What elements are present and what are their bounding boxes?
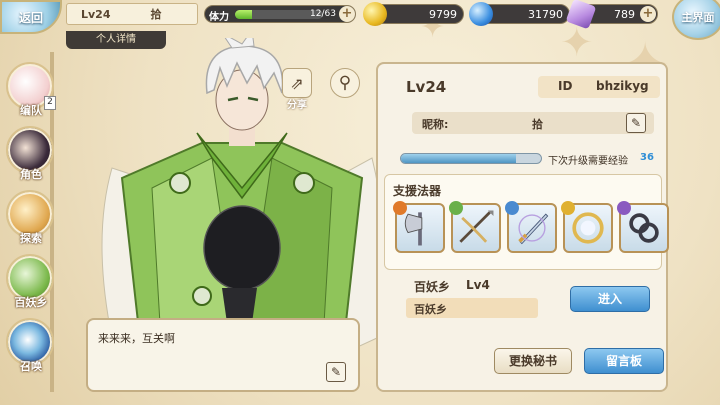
player-level-bar: Lv24 拾 (66, 3, 198, 25)
gem-value: 31790 (528, 8, 563, 21)
stamina-value: 12/63 (310, 9, 336, 19)
add-stamina-button[interactable]: + (339, 6, 355, 22)
crystal-bar: 789 + (565, 0, 658, 30)
main-menu-button[interactable]: 主界面 (672, 0, 720, 40)
blue-gem-icon (469, 2, 493, 26)
add-crystal-button[interactable]: + (640, 6, 656, 22)
share-label: 分享 (287, 100, 307, 111)
profile-level: Lv24 (406, 78, 447, 96)
gold-value: 9799 (429, 8, 457, 21)
secretary-dialog: 来来来，互关啊 ✎ (86, 318, 360, 392)
message-board-button[interactable]: 留言板 (584, 348, 664, 374)
sidebar-item-label: 探索 (20, 232, 42, 245)
sidebar-item-label: 召唤 (20, 360, 42, 373)
profile-panel: Lv24 ID bhzikyg 昵称: 拾 ✎ 下次升级需要经验 36 支援法器 (376, 62, 669, 392)
sidebar-item-summon[interactable]: 召唤 (4, 318, 58, 378)
artifact-element-tag (505, 201, 519, 215)
edit-nickname-button[interactable]: ✎ (626, 113, 646, 133)
edit-dialog-button[interactable]: ✎ (326, 362, 346, 382)
crystal-icon (565, 0, 597, 30)
pencil-icon: ✎ (330, 365, 342, 379)
support-artifacts-title: 支援法器 (393, 184, 442, 198)
exp-progress-bar (400, 153, 542, 164)
exp-label: 下次升级需要经验 (548, 156, 628, 167)
artifact-element-tag (449, 201, 463, 215)
enter-village-button[interactable]: 进入 (570, 286, 650, 312)
stamina-bar: 体力 12/63 (204, 5, 356, 23)
player-level: Lv24 (81, 7, 111, 21)
id-label: ID (558, 79, 573, 93)
profile-screen: ✦ ✦ ✦ 返回 Lv24 拾 体力 12/63 + 9799 31790 78… (0, 0, 720, 405)
village-field: 百妖乡 (406, 298, 538, 318)
sidebar-item-team[interactable]: 2 编队 (4, 62, 58, 122)
player-id-box: ID bhzikyg (538, 76, 660, 98)
search-button[interactable]: ⚲ (330, 68, 360, 98)
share-button[interactable]: ⇗ (282, 68, 312, 98)
artifact-element-tag (561, 201, 575, 215)
sidebar-item-label: 百妖乡 (14, 296, 48, 309)
nickname-label: 昵称: (422, 118, 449, 131)
nickname-value: 拾 (532, 118, 543, 131)
top-bar: 返回 Lv24 拾 体力 12/63 + 9799 31790 789 + 主界… (0, 0, 720, 40)
artifact-slot-axe[interactable] (393, 201, 445, 253)
left-sidebar: 2 编队 角色 探索 百妖乡 召唤 (0, 52, 62, 392)
sidebar-item-village[interactable]: 百妖乡 (4, 254, 58, 314)
support-artifacts-section: 支援法器 (384, 174, 669, 270)
sidebar-item-explore[interactable]: 探索 (4, 190, 58, 250)
exp-progress-fill (401, 154, 516, 163)
stamina-label: 体力 (209, 12, 229, 23)
sidebar-item-label: 编队 (20, 104, 42, 117)
gold-bar: 9799 (363, 2, 464, 26)
gold-coin-icon (363, 2, 387, 26)
stamina-fill (235, 10, 252, 19)
exp-value: 36 (640, 152, 654, 163)
artifact-slot-chain[interactable] (617, 201, 669, 253)
artifact-slot-crossbow[interactable] (449, 201, 501, 253)
sidebar-item-character[interactable]: 角色 (4, 126, 58, 186)
village-value: 百妖乡 (414, 303, 447, 316)
player-name: 拾 (150, 8, 162, 21)
crystal-value: 789 (614, 8, 635, 21)
artifact-element-tag (393, 201, 407, 215)
village-level: Lv4 (466, 278, 490, 292)
id-value: bhzikyg (596, 79, 649, 93)
share-icon: ⇗ (290, 73, 304, 93)
artifact-slot-ring[interactable] (561, 201, 613, 253)
search-icon: ⚲ (338, 73, 352, 93)
change-secretary-button[interactable]: 更换秘书 (494, 348, 572, 374)
village-name: 百妖乡 (414, 280, 451, 294)
artifact-slot-sword[interactable] (505, 201, 557, 253)
nickname-box: 昵称: 拾 ✎ (412, 112, 654, 134)
artifact-element-tag (617, 201, 631, 215)
gem-bar: 31790 (469, 2, 570, 26)
pencil-icon: ✎ (630, 116, 642, 130)
dialog-text: 来来来，互关啊 (98, 332, 175, 345)
sidebar-item-label: 角色 (20, 168, 42, 181)
back-button[interactable]: 返回 (0, 0, 62, 34)
